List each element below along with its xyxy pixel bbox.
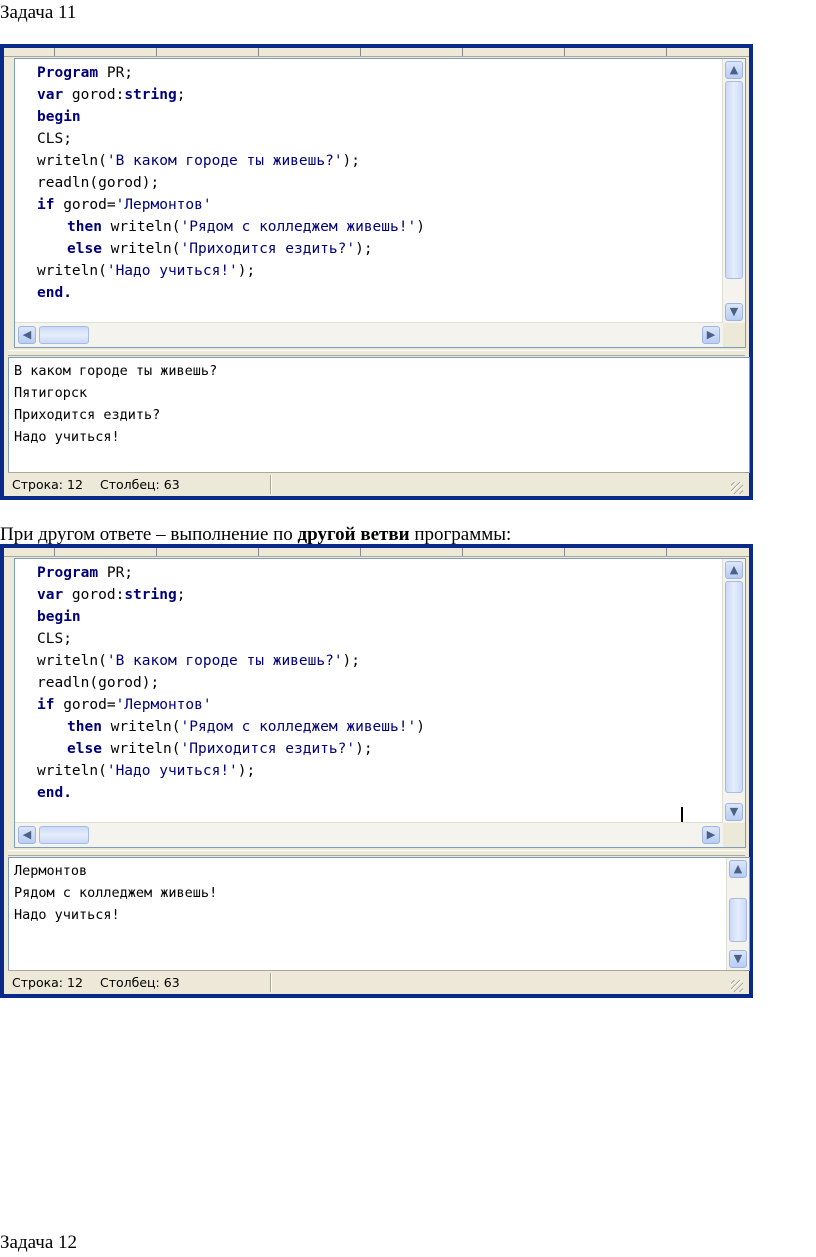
task11-heading: Задача 11 (0, 2, 77, 23)
between-text-bold: другой ветви (297, 524, 410, 545)
scroll-left-icon[interactable]: ◀ (18, 826, 36, 844)
code-line-10: writeln('Надо учиться!'); (37, 263, 256, 279)
scroll-thumb[interactable] (725, 81, 743, 279)
status-separator (270, 475, 271, 494)
horizontal-scroll-thumb[interactable] (39, 826, 89, 844)
output-vertical-scrollbar[interactable]: ▲ ▼ (726, 858, 749, 970)
code-line-2: var gorod:string; (37, 587, 186, 603)
pane-splitter[interactable] (8, 350, 745, 356)
output-pane: В каком городе ты живешь? Пятигорск Прих… (8, 357, 750, 473)
status-column: Столбец: 63 (100, 477, 180, 492)
ruler (4, 548, 749, 557)
scroll-right-icon[interactable]: ▶ (702, 326, 720, 344)
output-line-4: Надо учиться! (14, 429, 120, 445)
editor-vertical-scrollbar[interactable]: ▲ ▼ (722, 59, 745, 323)
code-line-1: Program PR; (37, 565, 134, 581)
scroll-corner (723, 823, 745, 847)
between-paragraph: При другом ответе – выполнение по другой… (0, 524, 511, 546)
code-line-5: writeln('В каком городе ты живешь?'); (37, 153, 361, 169)
code-line-6: readln(gorod); (37, 175, 160, 191)
resize-grip-icon[interactable] (731, 980, 743, 992)
between-text-after: программы: (409, 524, 512, 545)
scroll-up-icon[interactable]: ▲ (725, 61, 743, 79)
code-line-6: readln(gorod); (37, 675, 160, 691)
code-line-8: then writeln('Рядом с колледжем живешь!'… (67, 719, 425, 735)
scroll-down-icon[interactable]: ▼ (725, 303, 743, 321)
output-line-3: Приходится ездить? (14, 407, 161, 423)
status-separator (270, 973, 271, 992)
scroll-thumb[interactable] (725, 581, 743, 793)
output-line-1: Лермонтов (14, 863, 88, 879)
pane-splitter[interactable] (8, 850, 745, 856)
ide-window-1: Program PR; var gorod:string; begin CLS;… (0, 44, 753, 500)
output-pane: Лермонтов Рядом с колледжем живешь! Надо… (8, 857, 750, 971)
code-line-11: end. (37, 785, 72, 801)
scroll-corner (723, 323, 745, 347)
editor-horizontal-scrollbar[interactable]: ◀ ▶ (15, 822, 723, 847)
code-line-4: CLS; (37, 631, 72, 647)
resize-grip-icon[interactable] (731, 482, 743, 494)
status-line: Строка: 12 (12, 477, 83, 492)
status-bar: Строка: 12 Столбец: 63 (8, 472, 745, 496)
code-line-8: then writeln('Рядом с колледжем живешь!'… (67, 219, 425, 235)
code-line-2: var gorod:string; (37, 87, 186, 103)
code-line-1: Program PR; (37, 65, 134, 81)
scroll-down-icon[interactable]: ▼ (725, 803, 743, 821)
code-line-9: else writeln('Приходится ездить?'); (67, 741, 373, 757)
code-line-4: CLS; (37, 131, 72, 147)
scroll-thumb[interactable] (729, 898, 747, 942)
code-line-10: writeln('Надо учиться!'); (37, 763, 256, 779)
horizontal-scroll-thumb[interactable] (39, 326, 89, 344)
status-bar: Строка: 12 Столбец: 63 (8, 970, 745, 994)
output-line-2: Пятигорск (14, 385, 88, 401)
code-area[interactable]: Program PR; var gorod:string; begin CLS;… (15, 59, 723, 323)
code-line-3: begin (37, 109, 81, 125)
ruler (4, 48, 749, 57)
code-line-7: if gorod='Лермонтов' (37, 197, 212, 213)
scroll-right-icon[interactable]: ▶ (702, 826, 720, 844)
output-line-1: В каком городе ты живешь? (14, 363, 218, 379)
code-line-3: begin (37, 609, 81, 625)
editor-vertical-scrollbar[interactable]: ▲ ▼ (722, 559, 745, 823)
status-line: Строка: 12 (12, 975, 83, 990)
code-area[interactable]: Program PR; var gorod:string; begin CLS;… (15, 559, 723, 826)
code-editor[interactable]: Program PR; var gorod:string; begin CLS;… (14, 58, 746, 348)
code-line-7: if gorod='Лермонтов' (37, 697, 212, 713)
ide-window-2: Program PR; var gorod:string; begin CLS;… (0, 544, 753, 998)
editor-horizontal-scrollbar[interactable]: ◀ ▶ (15, 322, 723, 347)
code-line-11: end. (37, 285, 72, 301)
output-line-3: Надо учиться! (14, 907, 120, 923)
scroll-left-icon[interactable]: ◀ (18, 326, 36, 344)
code-line-9: else writeln('Приходится ездить?'); (67, 241, 373, 257)
scroll-down-icon[interactable]: ▼ (729, 950, 747, 968)
scroll-up-icon[interactable]: ▲ (729, 860, 747, 878)
between-text-before: При другом ответе – выполнение по (0, 524, 298, 545)
code-line-5: writeln('В каком городе ты живешь?'); (37, 653, 361, 669)
code-editor[interactable]: Program PR; var gorod:string; begin CLS;… (14, 558, 746, 848)
task12-heading: Задача 12 (0, 1232, 78, 1253)
status-column: Столбец: 63 (100, 975, 180, 990)
scroll-up-icon[interactable]: ▲ (725, 561, 743, 579)
output-line-2: Рядом с колледжем живешь! (14, 885, 218, 901)
